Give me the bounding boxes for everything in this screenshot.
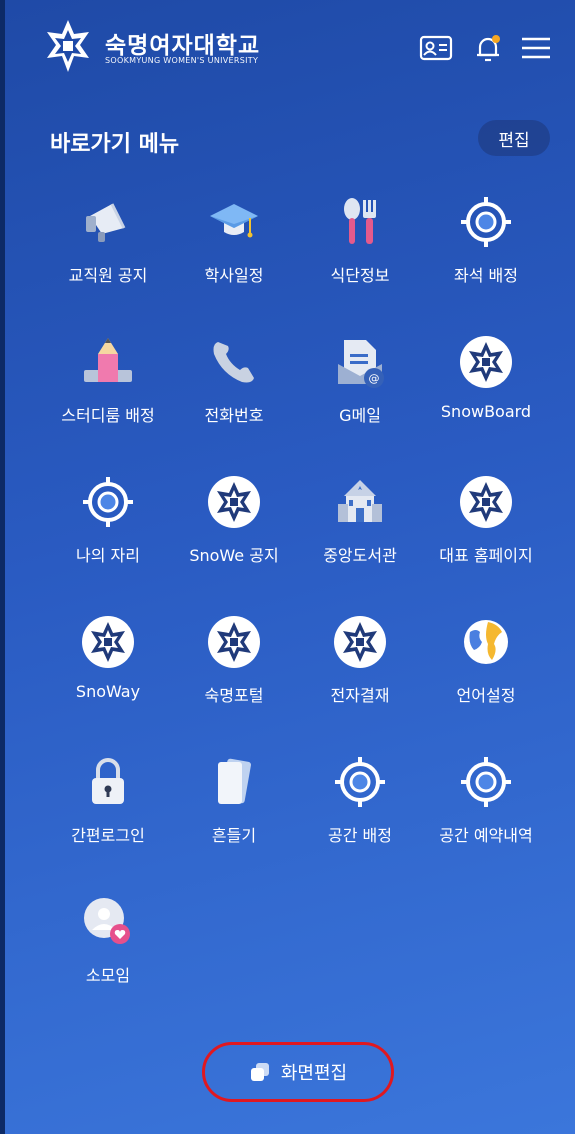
shortcut-tile[interactable]: 소모임 xyxy=(45,890,171,1030)
edit-button[interactable]: 편집 xyxy=(478,120,550,156)
shortcut-grid: 교직원 공지 학사일정 식단정보 좌석 배정스터디룸 배정 전화번호 @ G메일 SnowBo… xyxy=(45,190,550,1030)
shortcut-label: 흔들기 xyxy=(211,826,257,845)
megaphone-icon xyxy=(80,194,136,250)
shortcut-tile[interactable]: @ G메일 xyxy=(297,330,423,470)
university-logo-icon[interactable] xyxy=(43,18,93,74)
snowflake-logo-icon xyxy=(332,614,388,670)
snowflake-logo-icon xyxy=(206,474,262,530)
target-icon xyxy=(458,194,514,250)
svg-text:@: @ xyxy=(369,372,380,385)
shortcut-label: 대표 홈페이지 xyxy=(439,546,533,565)
section-title: 바로가기 메뉴 xyxy=(50,132,180,157)
copy-icon xyxy=(250,1063,269,1081)
snowflake-logo-icon xyxy=(80,614,136,670)
shortcut-label: 스터디룸 배정 xyxy=(61,406,155,425)
app-screen: 숙명여자대학교 SOOKMYUNG WOMEN'S UNIVERSITY 바로가… xyxy=(0,0,575,1134)
brand-subtitle: SOOKMYUNG WOMEN'S UNIVERSITY xyxy=(105,56,259,65)
target-icon xyxy=(332,754,388,810)
shortcut-tile[interactable]: 나의 자리 xyxy=(45,470,171,610)
shortcut-label: 나의 자리 xyxy=(76,546,140,565)
shortcut-tile[interactable]: 좌석 배정 xyxy=(423,190,549,330)
target-icon xyxy=(80,474,136,530)
utensils-icon xyxy=(332,194,388,250)
shortcut-label: 중앙도서관 xyxy=(323,546,397,565)
shortcut-tile[interactable]: 전자결재 xyxy=(297,610,423,750)
shortcut-tile[interactable]: 전화번호 xyxy=(171,330,297,470)
shortcut-tile[interactable]: 언어설정 xyxy=(423,610,549,750)
shortcut-label: 숙명포털 xyxy=(204,686,264,705)
lock-icon xyxy=(80,754,136,810)
phone-shake-icon xyxy=(206,754,262,810)
shortcut-label: 전화번호 xyxy=(204,406,264,425)
shortcut-tile[interactable]: SnowBoard xyxy=(423,330,549,470)
edit-screen-button[interactable]: 화면편집 xyxy=(202,1042,394,1102)
library-icon xyxy=(332,474,388,530)
shortcut-label: 간편로그인 xyxy=(71,826,145,845)
snowflake-logo-icon xyxy=(458,334,514,390)
snowflake-logo-icon xyxy=(206,614,262,670)
shortcut-label: G메일 xyxy=(339,406,381,425)
graduation-cap-icon xyxy=(206,194,262,250)
id-card-icon[interactable] xyxy=(419,33,453,63)
shortcut-label: SnoWay xyxy=(75,682,141,701)
shortcut-tile[interactable]: 중앙도서관 xyxy=(297,470,423,610)
bell-icon[interactable] xyxy=(471,33,505,63)
edit-screen-label: 화면편집 xyxy=(280,1063,348,1084)
shortcut-tile[interactable]: 공간 배정 xyxy=(297,750,423,890)
shortcut-tile[interactable]: SnoWay xyxy=(45,610,171,750)
shortcut-tile[interactable]: 교직원 공지 xyxy=(45,190,171,330)
shortcut-tile[interactable]: SnoWe 공지 xyxy=(171,470,297,610)
shortcut-label: 공간 예약내역 xyxy=(439,826,533,845)
pencil-icon xyxy=(80,334,136,390)
phone-icon xyxy=(206,334,262,390)
shortcut-tile[interactable]: 숙명포털 xyxy=(171,610,297,750)
shortcut-tile[interactable]: 흔들기 xyxy=(171,750,297,890)
target-icon xyxy=(458,754,514,810)
shortcut-label: SnoWe 공지 xyxy=(189,546,279,565)
snowflake-logo-icon xyxy=(458,474,514,530)
shortcut-tile[interactable]: 스터디룸 배정 xyxy=(45,330,171,470)
shortcut-tile[interactable]: 대표 홈페이지 xyxy=(423,470,549,610)
group-heart-icon xyxy=(80,894,136,950)
shortcut-tile[interactable]: 식단정보 xyxy=(297,190,423,330)
shortcut-label: 공간 배정 xyxy=(328,826,392,845)
globe-icon xyxy=(458,614,514,670)
shortcut-label: 언어설정 xyxy=(456,686,516,705)
shortcut-tile[interactable]: 학사일정 xyxy=(171,190,297,330)
mail-icon: @ xyxy=(332,334,388,390)
menu-icon[interactable] xyxy=(519,33,553,63)
shortcut-tile[interactable]: 간편로그인 xyxy=(45,750,171,890)
shortcut-label: SnowBoard xyxy=(440,402,532,421)
brand-name: 숙명여자대학교 xyxy=(105,33,261,59)
shortcut-label: 학사일정 xyxy=(204,266,264,285)
shortcut-label: 전자결재 xyxy=(330,686,390,705)
shortcut-label: 교직원 공지 xyxy=(68,266,148,285)
shortcut-label: 소모임 xyxy=(85,966,131,985)
shortcut-label: 식단정보 xyxy=(330,266,390,285)
header: 숙명여자대학교 SOOKMYUNG WOMEN'S UNIVERSITY xyxy=(5,0,575,92)
shortcut-label: 좌석 배정 xyxy=(454,266,518,285)
shortcut-tile[interactable]: 공간 예약내역 xyxy=(423,750,549,890)
